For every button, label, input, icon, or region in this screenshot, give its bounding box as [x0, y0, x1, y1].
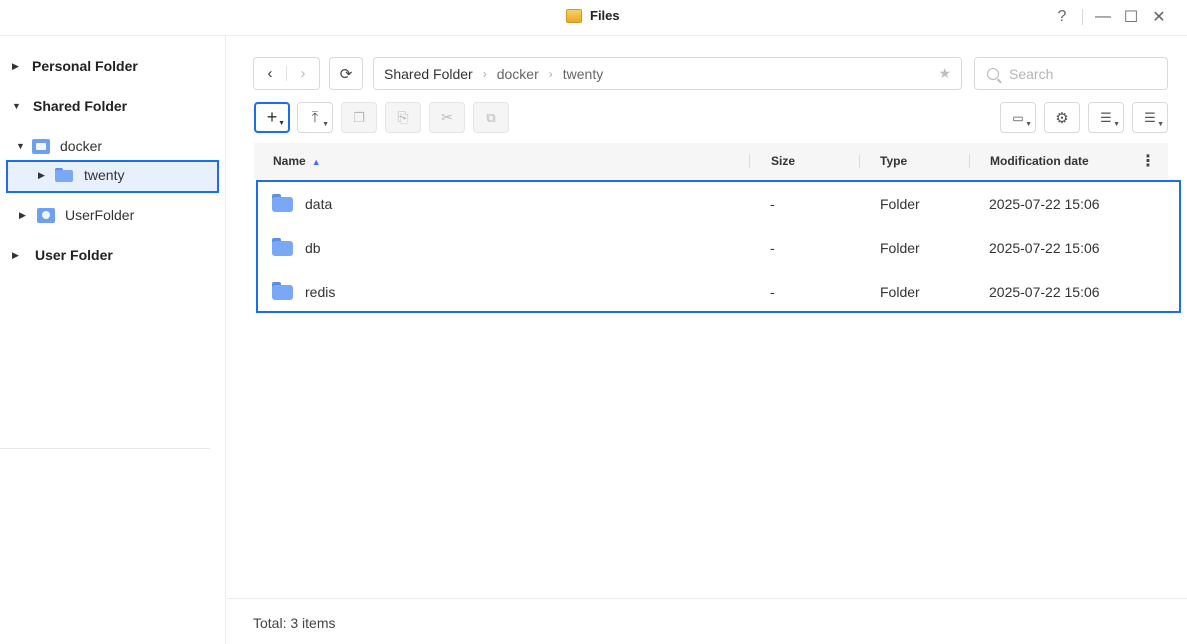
- nav-button-group: ‹ ›: [253, 57, 320, 90]
- column-divider[interactable]: [749, 154, 750, 168]
- dropdown-arrow-icon: ▼: [1157, 121, 1164, 128]
- folder-icon: [272, 282, 293, 300]
- maximize-button[interactable]: ☐: [1117, 6, 1145, 28]
- tree-label-user-folder: User Folder: [35, 247, 113, 263]
- breadcrumb-twenty[interactable]: twenty: [563, 66, 603, 82]
- folder-icon: [272, 238, 293, 256]
- caret-down-icon[interactable]: ▼: [12, 101, 22, 111]
- column-name-label: Name: [273, 154, 306, 168]
- tree-item-userfolder[interactable]: ▶ UserFolder: [19, 207, 134, 223]
- search-input[interactable]: Search: [1009, 66, 1053, 82]
- column-header-name[interactable]: Name ▲: [273, 154, 321, 168]
- tree-label-twenty: twenty: [84, 167, 125, 183]
- tree-label-docker: docker: [60, 138, 103, 154]
- favorite-star-icon[interactable]: ★: [938, 65, 951, 82]
- column-divider[interactable]: [969, 154, 970, 168]
- dropdown-arrow-icon: ▼: [322, 121, 329, 128]
- minimize-button[interactable]: —: [1089, 6, 1117, 28]
- table-header: Name ▲ Size Type Modification date ⋮: [254, 143, 1168, 179]
- sort-icon: ☰: [1144, 109, 1156, 125]
- dropdown-arrow-icon: ▼: [1113, 121, 1120, 128]
- help-button[interactable]: ?: [1048, 6, 1076, 28]
- column-header-modified[interactable]: Modification date: [990, 154, 1089, 168]
- tree-item-twenty[interactable]: ▶ twenty: [38, 167, 124, 183]
- file-size: -: [770, 240, 775, 256]
- title-bar: Files ? — ☐ ✕: [0, 0, 1187, 36]
- table-row[interactable]: data - Folder 2025-07-22 15:06: [254, 182, 1168, 226]
- window-controls: ? — ☐ ✕: [1048, 6, 1173, 28]
- file-size: -: [770, 284, 775, 300]
- sidebar: ▶ Personal Folder ▼ Shared Folder ▼ dock…: [0, 36, 226, 644]
- list-view-icon: ☰: [1100, 109, 1112, 125]
- file-modified: 2025-07-22 15:06: [989, 284, 1100, 300]
- settings-button[interactable]: ⚙: [1044, 102, 1080, 133]
- tree-item-user-folder[interactable]: ▶ User Folder: [12, 247, 113, 263]
- copy-button[interactable]: ❐: [341, 102, 377, 133]
- tree-item-shared-folder[interactable]: ▼ Shared Folder: [12, 98, 127, 114]
- folder-icon: [272, 194, 293, 212]
- search-icon: [987, 67, 999, 80]
- breadcrumb-shared-folder[interactable]: Shared Folder: [384, 66, 473, 82]
- tree-label-shared-folder: Shared Folder: [33, 98, 128, 114]
- window-title: Files: [590, 8, 620, 23]
- tree-item-docker[interactable]: ▼ docker: [16, 138, 102, 154]
- rename-button[interactable]: ⧉: [473, 102, 509, 133]
- file-size: -: [770, 196, 775, 212]
- folder-icon: [55, 168, 73, 182]
- forward-button[interactable]: ›: [287, 58, 319, 89]
- path-bar[interactable]: Shared Folder › docker › twenty ★: [373, 57, 962, 90]
- tree-label-userfolder: UserFolder: [65, 207, 135, 223]
- column-header-size[interactable]: Size: [771, 154, 795, 168]
- user-folder-icon: [37, 207, 55, 223]
- table-row[interactable]: db - Folder 2025-07-22 15:06: [254, 226, 1168, 270]
- sidebar-divider: [0, 448, 210, 449]
- upload-button[interactable]: ⤒ ▼: [297, 102, 333, 133]
- file-type: Folder: [880, 240, 920, 256]
- file-name[interactable]: redis: [305, 284, 335, 300]
- file-type: Folder: [880, 284, 920, 300]
- item-count: Total: 3 items: [253, 615, 336, 631]
- file-name[interactable]: db: [305, 240, 321, 256]
- sort-button[interactable]: ☰ ▼: [1132, 102, 1168, 133]
- caret-right-icon[interactable]: ▶: [12, 250, 22, 261]
- shared-folder-icon: [32, 138, 50, 154]
- create-button[interactable]: + ▼: [254, 102, 290, 133]
- file-name[interactable]: data: [305, 196, 332, 212]
- title-group: Files: [566, 8, 620, 23]
- caret-right-icon[interactable]: ▶: [38, 170, 48, 181]
- toolbox-icon: ▭: [1012, 110, 1024, 125]
- refresh-button[interactable]: ⟳: [329, 57, 363, 90]
- dropdown-arrow-icon: ▼: [1025, 121, 1032, 128]
- file-modified: 2025-07-22 15:06: [989, 196, 1100, 212]
- more-options-icon[interactable]: ⋮: [1140, 151, 1156, 171]
- breadcrumb-separator-icon: ›: [548, 66, 553, 81]
- tree-label-personal-folder: Personal Folder: [32, 58, 138, 74]
- files-app-icon: [566, 8, 582, 23]
- tools-button[interactable]: ▭ ▼: [1000, 102, 1036, 133]
- breadcrumb-separator-icon: ›: [482, 66, 487, 81]
- column-header-type[interactable]: Type: [880, 154, 907, 168]
- file-type: Folder: [880, 196, 920, 212]
- status-bar: Total: 3 items: [227, 598, 1187, 644]
- breadcrumb-docker[interactable]: docker: [497, 66, 539, 82]
- sort-ascending-icon: ▲: [311, 157, 321, 167]
- window-controls-divider: [1082, 9, 1083, 25]
- search-box[interactable]: Search: [974, 57, 1168, 90]
- plus-icon: +: [266, 107, 278, 127]
- back-button[interactable]: ‹: [254, 58, 286, 89]
- caret-right-icon[interactable]: ▶: [19, 210, 29, 221]
- cut-button[interactable]: ✂: [429, 102, 465, 133]
- caret-right-icon[interactable]: ▶: [12, 61, 22, 72]
- file-modified: 2025-07-22 15:06: [989, 240, 1100, 256]
- upload-icon: ⤒: [311, 109, 319, 126]
- close-button[interactable]: ✕: [1145, 6, 1173, 28]
- dropdown-arrow-icon: ▼: [278, 120, 285, 127]
- paste-button[interactable]: ⎘: [385, 102, 421, 133]
- tree-item-personal-folder[interactable]: ▶ Personal Folder: [12, 58, 138, 74]
- column-divider[interactable]: [859, 154, 860, 168]
- table-row[interactable]: redis - Folder 2025-07-22 15:06: [254, 270, 1168, 314]
- view-mode-button[interactable]: ☰ ▼: [1088, 102, 1124, 133]
- caret-down-icon[interactable]: ▼: [16, 141, 26, 151]
